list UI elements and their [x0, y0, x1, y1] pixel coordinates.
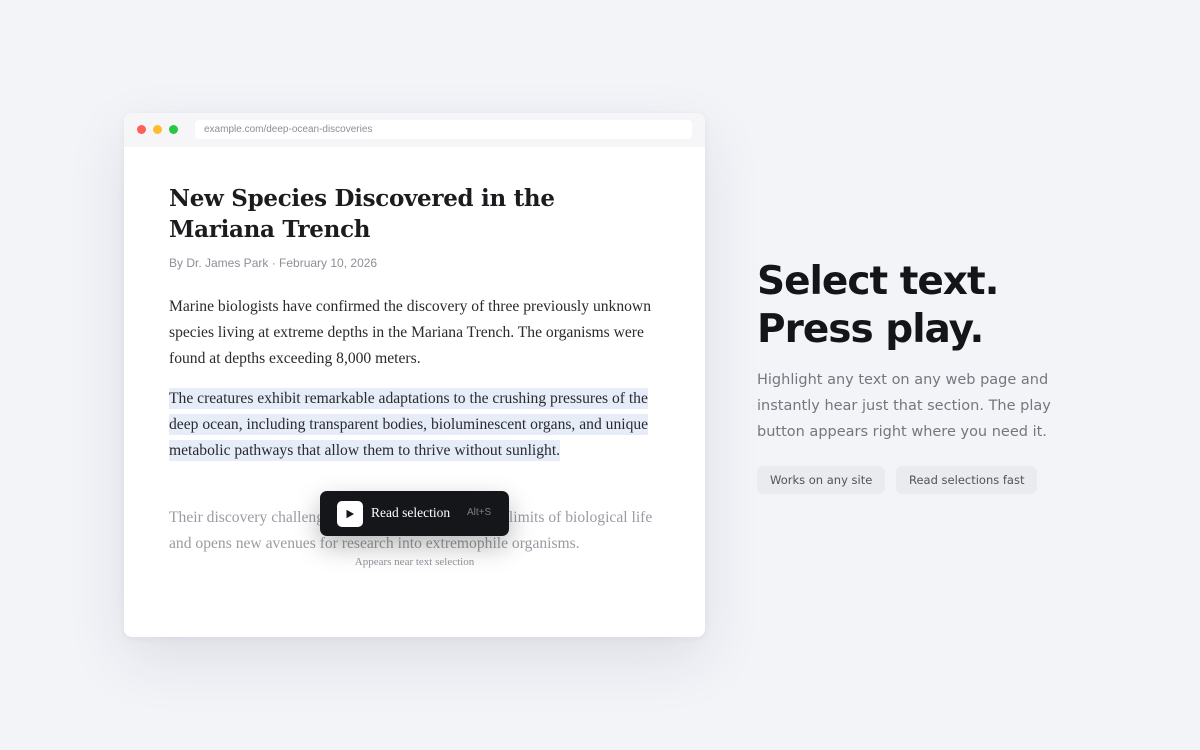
feature-pill-read-fast: Read selections fast	[896, 466, 1038, 494]
keyboard-shortcut-hint: Alt+S	[467, 507, 492, 518]
article-paragraph-selected[interactable]: The creatures exhibit remarkable adaptat…	[169, 386, 669, 464]
hero-headline: Select text. Press play.	[757, 258, 999, 354]
hero-description: Highlight any text on any web page and i…	[757, 372, 1051, 440]
read-selection-button[interactable]: Read selection Alt+S	[320, 491, 509, 536]
feature-pill-any-site: Works on any site	[757, 466, 886, 494]
address-bar[interactable]: example.com/deep-ocean-discoveries	[195, 120, 692, 139]
minimize-window-dot[interactable]	[153, 125, 162, 134]
maximize-window-dot[interactable]	[169, 125, 178, 134]
hero-headline-line-2: Press play.	[757, 307, 984, 352]
close-window-dot[interactable]	[137, 125, 146, 134]
play-button[interactable]	[337, 501, 363, 527]
hero-headline-line-1: Select text.	[757, 259, 999, 304]
article-paragraph[interactable]: Marine biologists have confirmed the dis…	[169, 294, 669, 372]
article-title: New Species Discovered in the Mariana Tr…	[169, 185, 555, 243]
text-selection-highlight[interactable]: The creatures exhibit remarkable adaptat…	[169, 388, 649, 461]
browser-toolbar: example.com/deep-ocean-discoveries	[124, 113, 705, 147]
popup-caption: Appears near text selection	[354, 556, 475, 568]
article-byline: By Dr. James Park · February 10, 2026	[169, 256, 378, 270]
read-selection-label: Read selection	[371, 505, 451, 520]
play-icon	[346, 509, 354, 519]
